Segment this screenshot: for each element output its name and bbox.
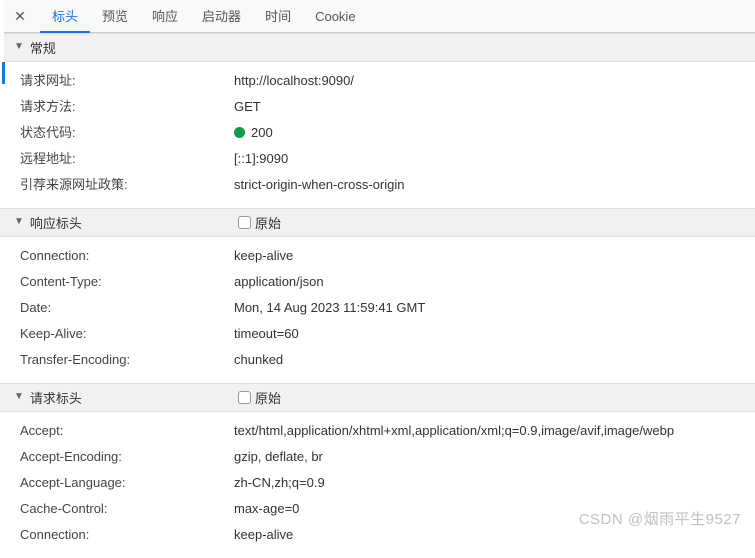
row-transfer-encoding: Transfer-Encoding: chunked bbox=[0, 347, 755, 373]
tab-initiator[interactable]: 启动器 bbox=[190, 0, 253, 33]
label: Connection: bbox=[20, 525, 234, 545]
value: chunked bbox=[234, 350, 755, 370]
raw-toggle[interactable]: 原始 bbox=[238, 213, 281, 232]
section-request-header[interactable]: ▼ 请求标头 原始 bbox=[0, 383, 755, 412]
value: keep-alive bbox=[234, 246, 755, 266]
section-response-header[interactable]: ▼ 响应标头 原始 bbox=[0, 208, 755, 237]
raw-label: 原始 bbox=[255, 213, 281, 232]
close-icon[interactable]: ✕ bbox=[8, 4, 32, 28]
chevron-down-icon: ▼ bbox=[14, 391, 24, 402]
row-date: Date: Mon, 14 Aug 2023 11:59:41 GMT bbox=[0, 295, 755, 321]
row-accept: Accept: text/html,application/xhtml+xml,… bbox=[0, 418, 755, 444]
label: Accept-Encoding: bbox=[20, 447, 234, 467]
label: Transfer-Encoding: bbox=[20, 350, 234, 370]
label: 状态代码: bbox=[20, 123, 234, 143]
section-general-body: 请求网址: http://localhost:9090/ 请求方法: GET 状… bbox=[0, 62, 755, 208]
value: 200 bbox=[234, 123, 755, 143]
value: gzip, deflate, br bbox=[234, 447, 755, 467]
tab-cookies[interactable]: Cookie bbox=[303, 0, 367, 33]
row-remote-address: 远程地址: [::1]:9090 bbox=[0, 146, 755, 172]
raw-label: 原始 bbox=[255, 388, 281, 407]
row-accept-language: Accept-Language: zh-CN,zh;q=0.9 bbox=[0, 470, 755, 496]
value: strict-origin-when-cross-origin bbox=[234, 175, 755, 195]
tab-response[interactable]: 响应 bbox=[140, 0, 190, 33]
row-referrer-policy: 引荐来源网址政策: strict-origin-when-cross-origi… bbox=[0, 172, 755, 198]
label: Cache-Control: bbox=[20, 499, 234, 519]
value: timeout=60 bbox=[234, 324, 755, 344]
checkbox-icon[interactable] bbox=[238, 216, 251, 229]
label: 引荐来源网址政策: bbox=[20, 175, 234, 195]
label: Accept-Language: bbox=[20, 473, 234, 493]
label: 远程地址: bbox=[20, 149, 234, 169]
row-connection: Connection: keep-alive bbox=[0, 522, 755, 548]
value: application/json bbox=[234, 272, 755, 292]
section-title: 响应标头 bbox=[30, 213, 82, 232]
value: keep-alive bbox=[234, 525, 755, 545]
tabs-bar: ✕ 标头 预览 响应 启动器 时间 Cookie bbox=[0, 0, 755, 33]
section-response-body: Connection: keep-alive Content-Type: app… bbox=[0, 237, 755, 383]
row-request-method: 请求方法: GET bbox=[0, 94, 755, 120]
tab-headers[interactable]: 标头 bbox=[40, 0, 90, 33]
tab-timing[interactable]: 时间 bbox=[253, 0, 303, 33]
row-connection: Connection: keep-alive bbox=[0, 243, 755, 269]
section-title: 请求标头 bbox=[30, 388, 82, 407]
section-request-body: Accept: text/html,application/xhtml+xml,… bbox=[0, 412, 755, 558]
tab-preview[interactable]: 预览 bbox=[90, 0, 140, 33]
checkbox-icon[interactable] bbox=[238, 391, 251, 404]
label: Connection: bbox=[20, 246, 234, 266]
status-dot-icon bbox=[234, 127, 245, 138]
value: text/html,application/xhtml+xml,applicat… bbox=[234, 421, 755, 441]
value: Mon, 14 Aug 2023 11:59:41 GMT bbox=[234, 298, 755, 318]
label: 请求网址: bbox=[20, 71, 234, 91]
row-cache-control: Cache-Control: max-age=0 bbox=[0, 496, 755, 522]
value: zh-CN,zh;q=0.9 bbox=[234, 473, 755, 493]
label: Keep-Alive: bbox=[20, 324, 234, 344]
section-general-header[interactable]: ▼ 常规 bbox=[0, 33, 755, 62]
value: [::1]:9090 bbox=[234, 149, 755, 169]
label: Date: bbox=[20, 298, 234, 318]
row-status-code: 状态代码: 200 bbox=[0, 120, 755, 146]
chevron-down-icon: ▼ bbox=[14, 216, 24, 227]
raw-toggle[interactable]: 原始 bbox=[238, 388, 281, 407]
row-accept-encoding: Accept-Encoding: gzip, deflate, br bbox=[0, 444, 755, 470]
row-request-url: 请求网址: http://localhost:9090/ bbox=[0, 68, 755, 94]
label: 请求方法: bbox=[20, 97, 234, 117]
row-content-type: Content-Type: application/json bbox=[0, 269, 755, 295]
row-keep-alive: Keep-Alive: timeout=60 bbox=[0, 321, 755, 347]
section-title: 常规 bbox=[30, 38, 56, 57]
value: http://localhost:9090/ bbox=[234, 71, 755, 91]
value: GET bbox=[234, 97, 755, 117]
label: Accept: bbox=[20, 421, 234, 441]
value: max-age=0 bbox=[234, 499, 755, 519]
label: Content-Type: bbox=[20, 272, 234, 292]
chevron-down-icon: ▼ bbox=[14, 41, 24, 52]
